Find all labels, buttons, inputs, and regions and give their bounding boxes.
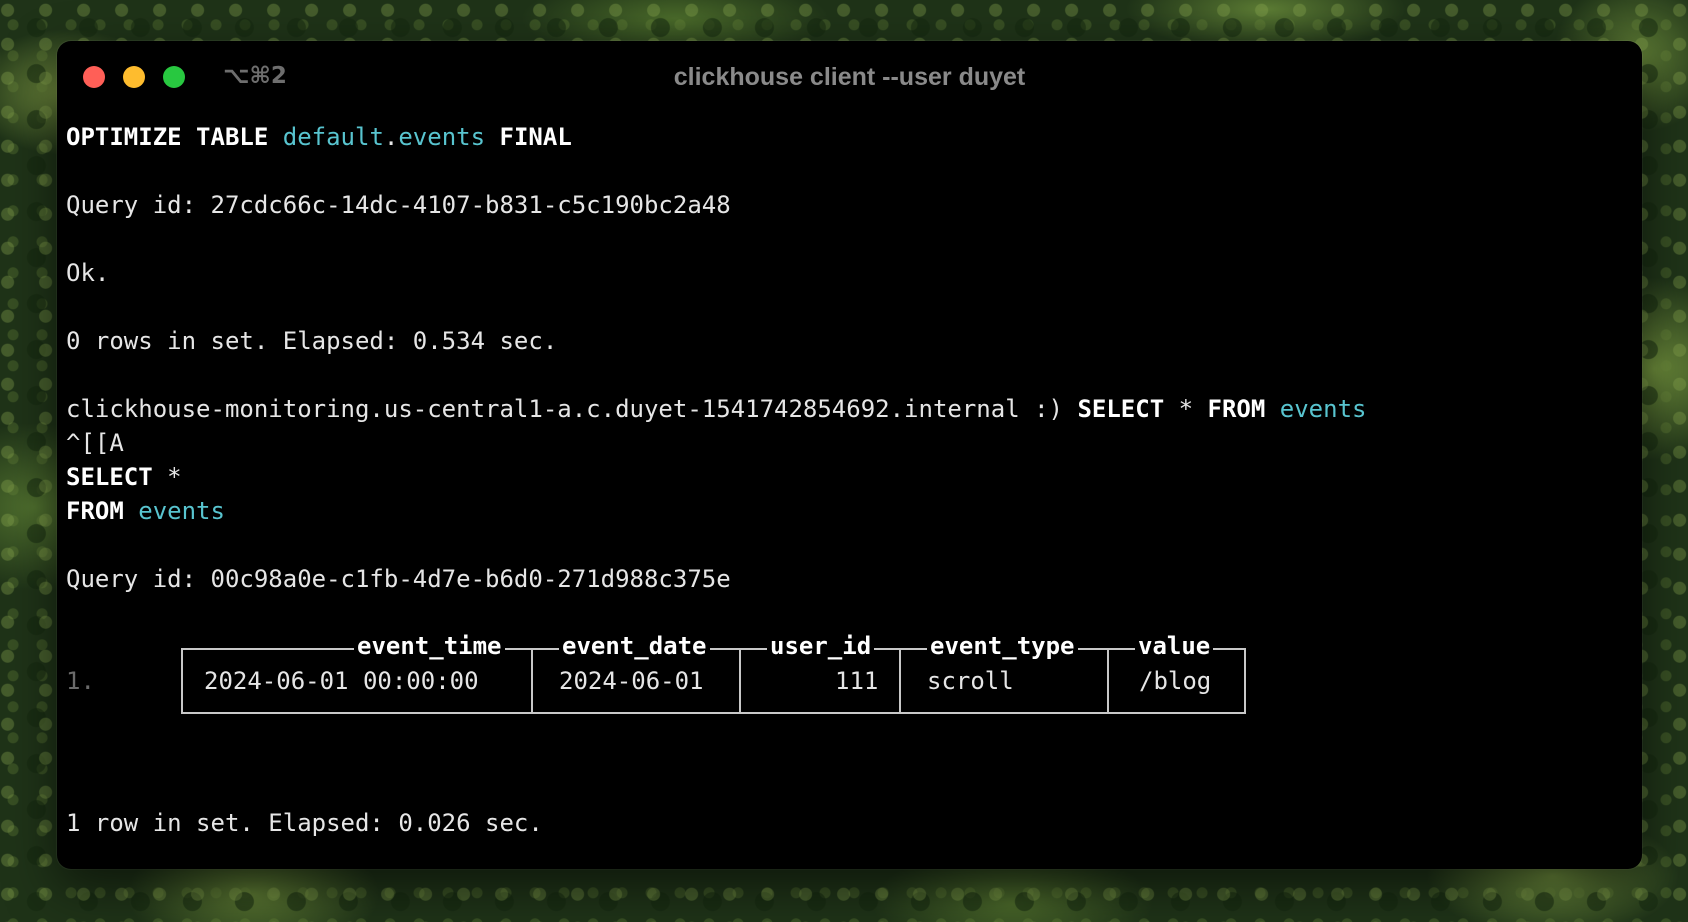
table-cell: 111 [835,667,879,695]
title-bar[interactable]: ⌥⌘2 clickhouse client --user duyet [57,41,1642,111]
table-name: events [138,497,225,525]
keyword: SELECT [1077,395,1165,423]
result-summary-line: 1 row in set. Elapsed: 0.026 sec. [66,809,543,837]
column-header: event_time [354,631,505,661]
column-header: event_date [559,631,710,661]
column-header: value [1135,631,1214,661]
star: * [167,463,182,491]
terminal-window: ⌥⌘2 clickhouse client --user duyet OPTIM… [57,41,1642,869]
column-header: user_id [767,631,875,661]
row-number: 1. [66,667,95,695]
table-cell: /blog [1139,667,1212,695]
table-cell: 2024-06-01 [559,667,704,695]
keyword: SELECT [66,463,153,491]
prompt-line: clickhouse-monitoring.us-central1-a.c.du… [66,394,1366,424]
ok-line: Ok. [66,259,110,287]
keyword: FROM [66,497,124,525]
query-id-line: Query id: 00c98a0e-c1fb-4d7e-b6d0-271d98… [66,565,731,593]
optimize-command-line: OPTIMIZE TABLE default.events FINAL [66,122,572,152]
dot: . [383,123,399,151]
prompt-host: clickhouse-monitoring.us-central1-a.c.du… [66,395,1063,423]
table-name: events [398,123,486,151]
column-separator [899,648,901,714]
column-separator [739,648,741,714]
formatted-from-line: FROM events [66,496,225,526]
table-cell: scroll [927,667,1014,695]
keyword: OPTIMIZE TABLE [66,123,269,151]
result-summary-line: 0 rows in set. Elapsed: 0.534 sec. [66,327,558,355]
column-separator [531,648,533,714]
formatted-select-line: SELECT * [66,462,182,492]
escape-sequence-line: ^[[A [66,429,124,457]
table-name: events [1279,395,1367,423]
column-separator [1107,648,1109,714]
keyword: FROM [1207,395,1266,423]
table-cell: 2024-06-01 00:00:00 [204,667,479,695]
window-title: clickhouse client --user duyet [673,63,1026,91]
keyword: FINAL [499,123,572,151]
star: * [1178,395,1194,423]
query-id-line: Query id: 27cdc66c-14dc-4107-b831-c5c190… [66,191,731,219]
result-table: event_time event_date user_id event_type… [181,631,1246,714]
database-name: default [282,123,384,151]
column-header: event_type [927,631,1078,661]
